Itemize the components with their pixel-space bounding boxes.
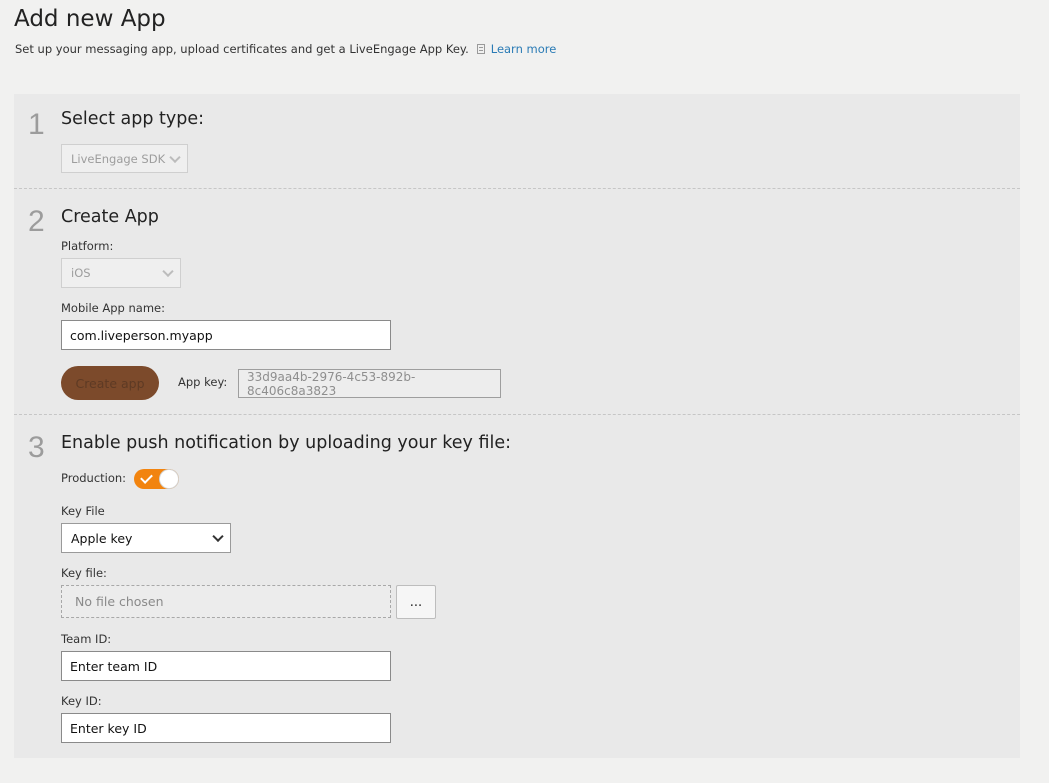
team-id-label: Team ID:: [61, 632, 112, 646]
create-app-button[interactable]: Create app: [61, 366, 159, 400]
platform-label: Platform:: [61, 239, 114, 253]
platform-value: iOS: [71, 266, 91, 280]
subtitle-text: Set up your messaging app, upload certif…: [15, 42, 469, 56]
page-title: Add new App: [14, 6, 166, 32]
team-id-input[interactable]: Enter team ID: [61, 651, 391, 681]
key-file-placeholder: No file chosen: [75, 594, 164, 609]
platform-select[interactable]: iOS: [61, 258, 181, 288]
production-toggle[interactable]: [134, 469, 179, 489]
section-divider: [14, 414, 1020, 415]
check-icon: [140, 471, 153, 484]
app-name-label: Mobile App name:: [61, 301, 165, 315]
key-id-input[interactable]: Enter key ID: [61, 713, 391, 743]
team-id-value: Enter team ID: [70, 658, 158, 674]
toggle-knob: [160, 470, 178, 488]
key-file-type-select[interactable]: Apple key: [61, 523, 231, 553]
document-icon: [476, 44, 485, 54]
key-file-type-label: Key File: [61, 504, 105, 518]
browse-file-button[interactable]: ...: [396, 585, 436, 619]
step-3-title: Enable push notification by uploading yo…: [61, 433, 512, 453]
chevron-down-icon: [162, 265, 174, 278]
chevron-down-icon: [169, 151, 181, 163]
app-key-value: 33d9aa4b-2976-4c53-892b-8c406c8a3823: [247, 369, 416, 398]
app-name-input[interactable]: com.liveperson.myapp: [61, 320, 391, 350]
app-key-field[interactable]: 33d9aa4b-2976-4c53-892b-8c406c8a3823: [238, 369, 501, 398]
step-2-title: Create App: [61, 207, 159, 227]
setup-panel: 1 Select app type: LiveEngage SDK 2 Crea…: [14, 94, 1020, 758]
key-file-type-value: Apple key: [71, 530, 133, 546]
step-2-number: 2: [28, 205, 45, 238]
app-key-label: App key:: [178, 375, 228, 389]
learn-more-link[interactable]: Learn more: [491, 42, 557, 56]
page-subtitle: Set up your messaging app, upload certif…: [15, 42, 556, 56]
app-type-value: LiveEngage SDK: [71, 151, 166, 166]
production-label: Production:: [61, 471, 127, 485]
step-1-number: 1: [28, 108, 45, 141]
step-1-title: Select app type:: [61, 109, 205, 129]
chevron-down-icon: [212, 530, 224, 543]
section-divider: [14, 188, 1020, 189]
key-id-value: Enter key ID: [70, 720, 147, 736]
key-file-input[interactable]: No file chosen: [61, 585, 391, 618]
app-type-select[interactable]: LiveEngage SDK: [61, 144, 188, 173]
step-3-number: 3: [28, 431, 45, 464]
key-file-label: Key file:: [61, 566, 107, 580]
app-name-value: com.liveperson.myapp: [70, 327, 213, 343]
key-id-label: Key ID:: [61, 694, 102, 708]
